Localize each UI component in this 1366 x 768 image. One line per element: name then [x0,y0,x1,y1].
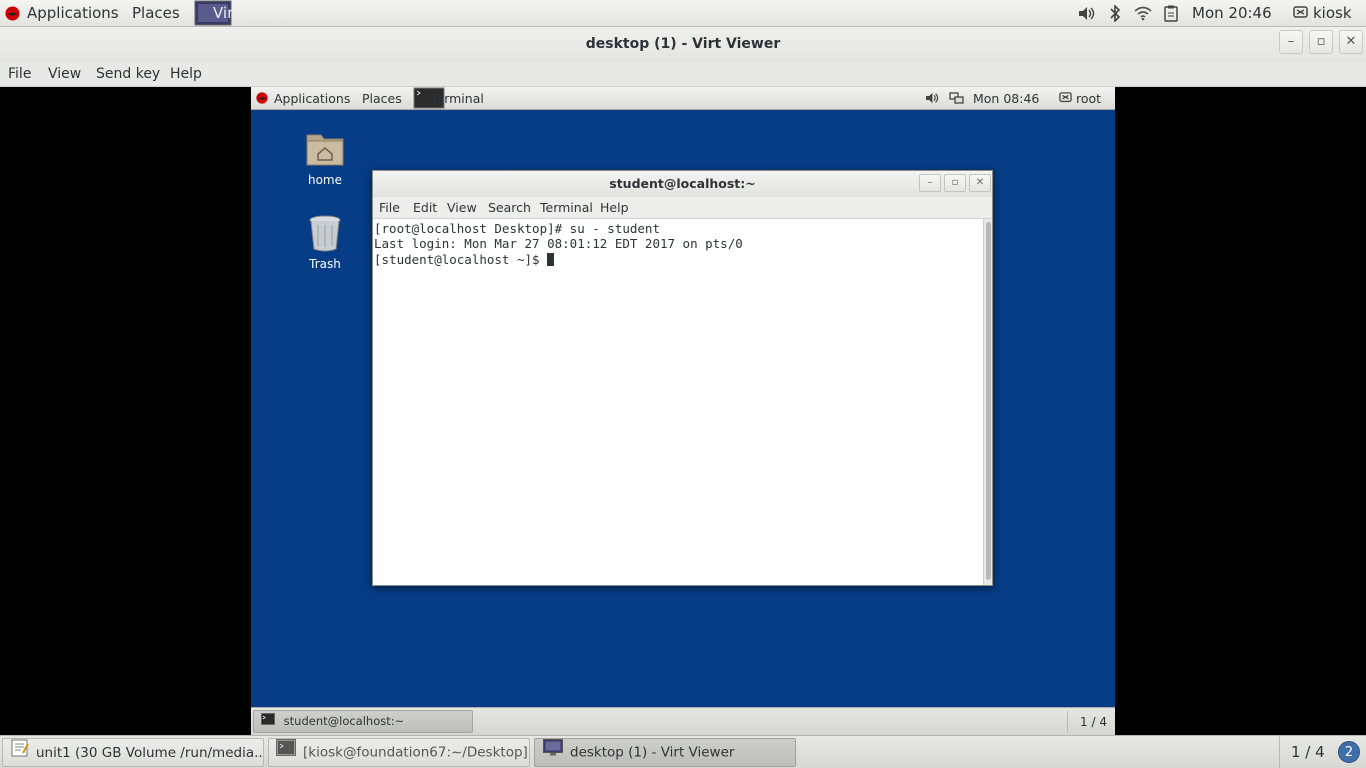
terminal-close-button[interactable]: ✕ [969,174,991,192]
guest-display[interactable]: Applications Places Terminal Mon 08:46 r… [251,87,1115,735]
task-unit1[interactable]: unit1 (30 GB Volume /run/media... [2,738,264,767]
guest-network-icon[interactable] [949,92,964,109]
task-unit1-label: unit1 (30 GB Volume /run/media... [36,745,264,761]
window-title: desktop (1) - Virt Viewer [585,36,781,52]
host-workspace-indicator[interactable]: 1 / 4 [1291,736,1325,768]
menu-send-key[interactable]: Send key [96,62,160,86]
desktop-home[interactable]: home [290,129,360,187]
terminal-maximize-button[interactable]: ▫ [944,174,966,192]
terminal-scrollbar[interactable] [983,219,992,585]
guest-workspace-indicator[interactable]: 1 / 4 [1067,711,1107,733]
virt-viewer-icon [543,739,563,766]
host-bottom-panel: unit1 (30 GB Volume /run/media... [kiosk… [0,735,1366,768]
terminal-window[interactable]: student@localhost:~ – ▫ ✕ File Edit View… [372,170,993,586]
user-menu[interactable]: kiosk [1313,0,1352,27]
guest-user-icon [1059,92,1072,108]
menu-file[interactable]: File [8,62,31,86]
terminal-menu-file[interactable]: File [379,197,400,219]
guest-bottom-panel: student@localhost:~ 1 / 4 [251,707,1115,735]
task-kiosk-terminal-label: [kiosk@foundation67:~/Desktop] [303,744,528,761]
text-editor-icon [11,739,29,766]
desktop-home-label: home [307,173,343,187]
task-kiosk-terminal[interactable]: [kiosk@foundation67:~/Desktop] [268,738,530,767]
terminal-output[interactable]: [root@localhost Desktop]# su - student L… [373,219,983,585]
terminal-scrollbar-thumb[interactable] [986,222,991,580]
home-folder-icon [305,134,345,170]
wifi-icon[interactable] [1134,5,1152,25]
maximize-button[interactable]: ▫ [1309,30,1333,54]
terminal-menu-view[interactable]: View [447,197,477,219]
applications-menu[interactable]: Applications [27,0,119,27]
terminal-prompt: [student@localhost ~]$ [374,251,548,267]
terminal-menu-terminal[interactable]: Terminal [540,197,593,219]
clock[interactable]: Mon 20:46 [1192,0,1272,27]
terminal-line: [root@localhost Desktop]# su - student [374,221,660,236]
close-button[interactable]: ✕ [1339,30,1363,54]
terminal-menu-edit[interactable]: Edit [413,197,437,219]
task-virt-viewer[interactable]: desktop (1) - Virt Viewer [534,738,796,767]
task-virt-viewer-label: desktop (1) - Virt Viewer [570,744,735,761]
host-top-panel: Applications Places Virt-viewer Mon 20:4… [0,0,1366,27]
menu-view[interactable]: View [48,62,81,86]
bluetooth-icon[interactable] [1109,4,1121,26]
guest-user-menu[interactable]: root [1076,87,1101,110]
trash-icon [308,215,342,255]
terminal-cursor [547,252,555,266]
guest-top-panel: Applications Places Terminal Mon 08:46 r… [251,87,1115,110]
terminal-title: student@localhost:~ [609,176,756,191]
terminal-icon [276,739,296,766]
terminal-line: Last login: Mon Mar 27 08:01:12 EDT 2017… [374,236,743,252]
minimize-button[interactable]: – [1279,30,1303,54]
terminal-menubar: File Edit View Search Terminal Help [373,197,992,219]
terminal-titlebar[interactable]: student@localhost:~ [373,171,992,197]
guest-redhat-logo-icon[interactable] [256,92,268,108]
desktop-trash[interactable]: Trash [290,214,360,271]
places-menu[interactable]: Places [132,0,180,27]
guest-task-terminal-label: student@localhost:~ [283,714,405,728]
virt-viewer-menubar: File View Send key Help [0,62,1366,87]
terminal-menu-search[interactable]: Search [488,197,531,219]
guest-places-menu[interactable]: Places [362,87,402,110]
guest-clock[interactable]: Mon 08:46 [973,87,1039,110]
clipboard-icon[interactable] [1164,5,1178,26]
terminal-menu-help[interactable]: Help [600,197,629,219]
guest-volume-icon[interactable] [925,92,939,108]
guest-task-terminal-icon [261,711,275,732]
active-app-label[interactable]: Virt-viewer [213,0,294,27]
volume-icon[interactable] [1078,6,1095,25]
guest-task-terminal[interactable]: student@localhost:~ [253,710,473,733]
terminal-minimize-button[interactable]: – [919,174,941,192]
desktop-trash-label: Trash [309,257,341,271]
redhat-logo-icon[interactable] [5,6,20,25]
menu-help[interactable]: Help [170,62,202,86]
workspace-divider [1279,736,1280,768]
guest-applications-menu[interactable]: Applications [274,87,350,110]
window-titlebar[interactable]: desktop (1) - Virt Viewer [0,27,1366,62]
user-icon [1293,6,1308,24]
guest-active-app[interactable]: Terminal [431,87,484,110]
notification-badge[interactable]: 2 [1338,741,1360,763]
